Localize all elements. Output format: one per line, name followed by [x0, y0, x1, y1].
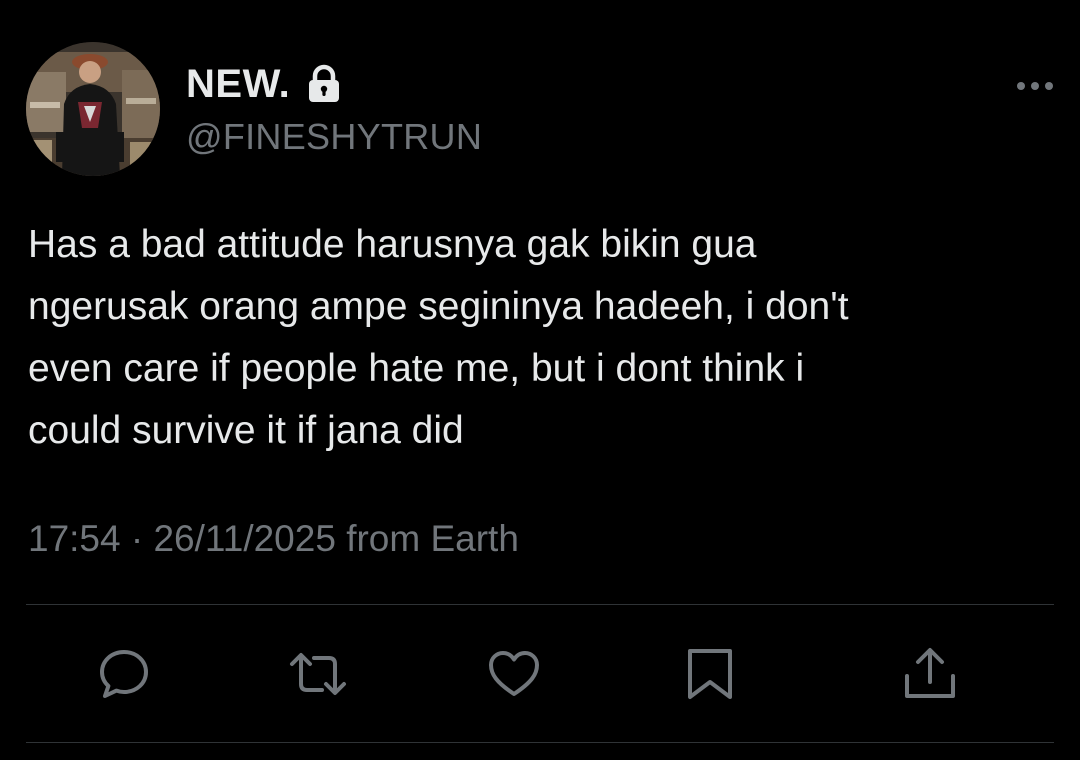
reply-button[interactable] — [96, 646, 152, 702]
tweet-source: from Earth — [346, 518, 519, 559]
divider — [26, 604, 1054, 605]
tweet-text-line: Has a bad attitude harusnya gak bikin gu… — [28, 223, 757, 266]
like-button[interactable] — [486, 646, 542, 702]
author-name-row: NEW. — [186, 60, 342, 108]
tweet-date[interactable]: 26/11/2025 — [153, 518, 335, 559]
tweet-text-line: even care if people hate me, but i dont … — [28, 347, 805, 390]
tweet-time[interactable]: 17:54 — [28, 518, 121, 559]
retweet-button[interactable] — [290, 646, 346, 702]
author-handle[interactable]: @FINESHYTRUN — [186, 116, 482, 158]
retweet-icon — [288, 646, 348, 702]
heart-icon — [486, 646, 542, 702]
more-options-icon[interactable] — [1014, 78, 1058, 94]
avatar[interactable] — [26, 42, 160, 176]
meta-separator: · — [130, 518, 144, 559]
bookmark-icon — [682, 646, 738, 702]
author-display-name[interactable]: NEW. — [186, 62, 290, 107]
avatar-image — [26, 42, 160, 176]
tweet-text-line: could survive it if jana did — [28, 409, 464, 452]
share-button[interactable] — [902, 646, 958, 702]
divider — [26, 742, 1054, 743]
tweet-text: Has a bad attitude harusnya gak bikin gu… — [28, 214, 1038, 462]
tweet-detail: NEW. @FINESHYTRUN Has a bad attitude har… — [0, 0, 1080, 760]
lock-icon — [306, 64, 342, 104]
tweet-meta: 17:54 · 26/11/2025 from Earth — [28, 518, 519, 560]
reply-icon — [96, 646, 152, 702]
share-icon — [902, 646, 958, 702]
bookmark-button[interactable] — [682, 646, 738, 702]
tweet-text-line: ngerusak orang ampe segininya hadeeh, i … — [28, 285, 849, 328]
